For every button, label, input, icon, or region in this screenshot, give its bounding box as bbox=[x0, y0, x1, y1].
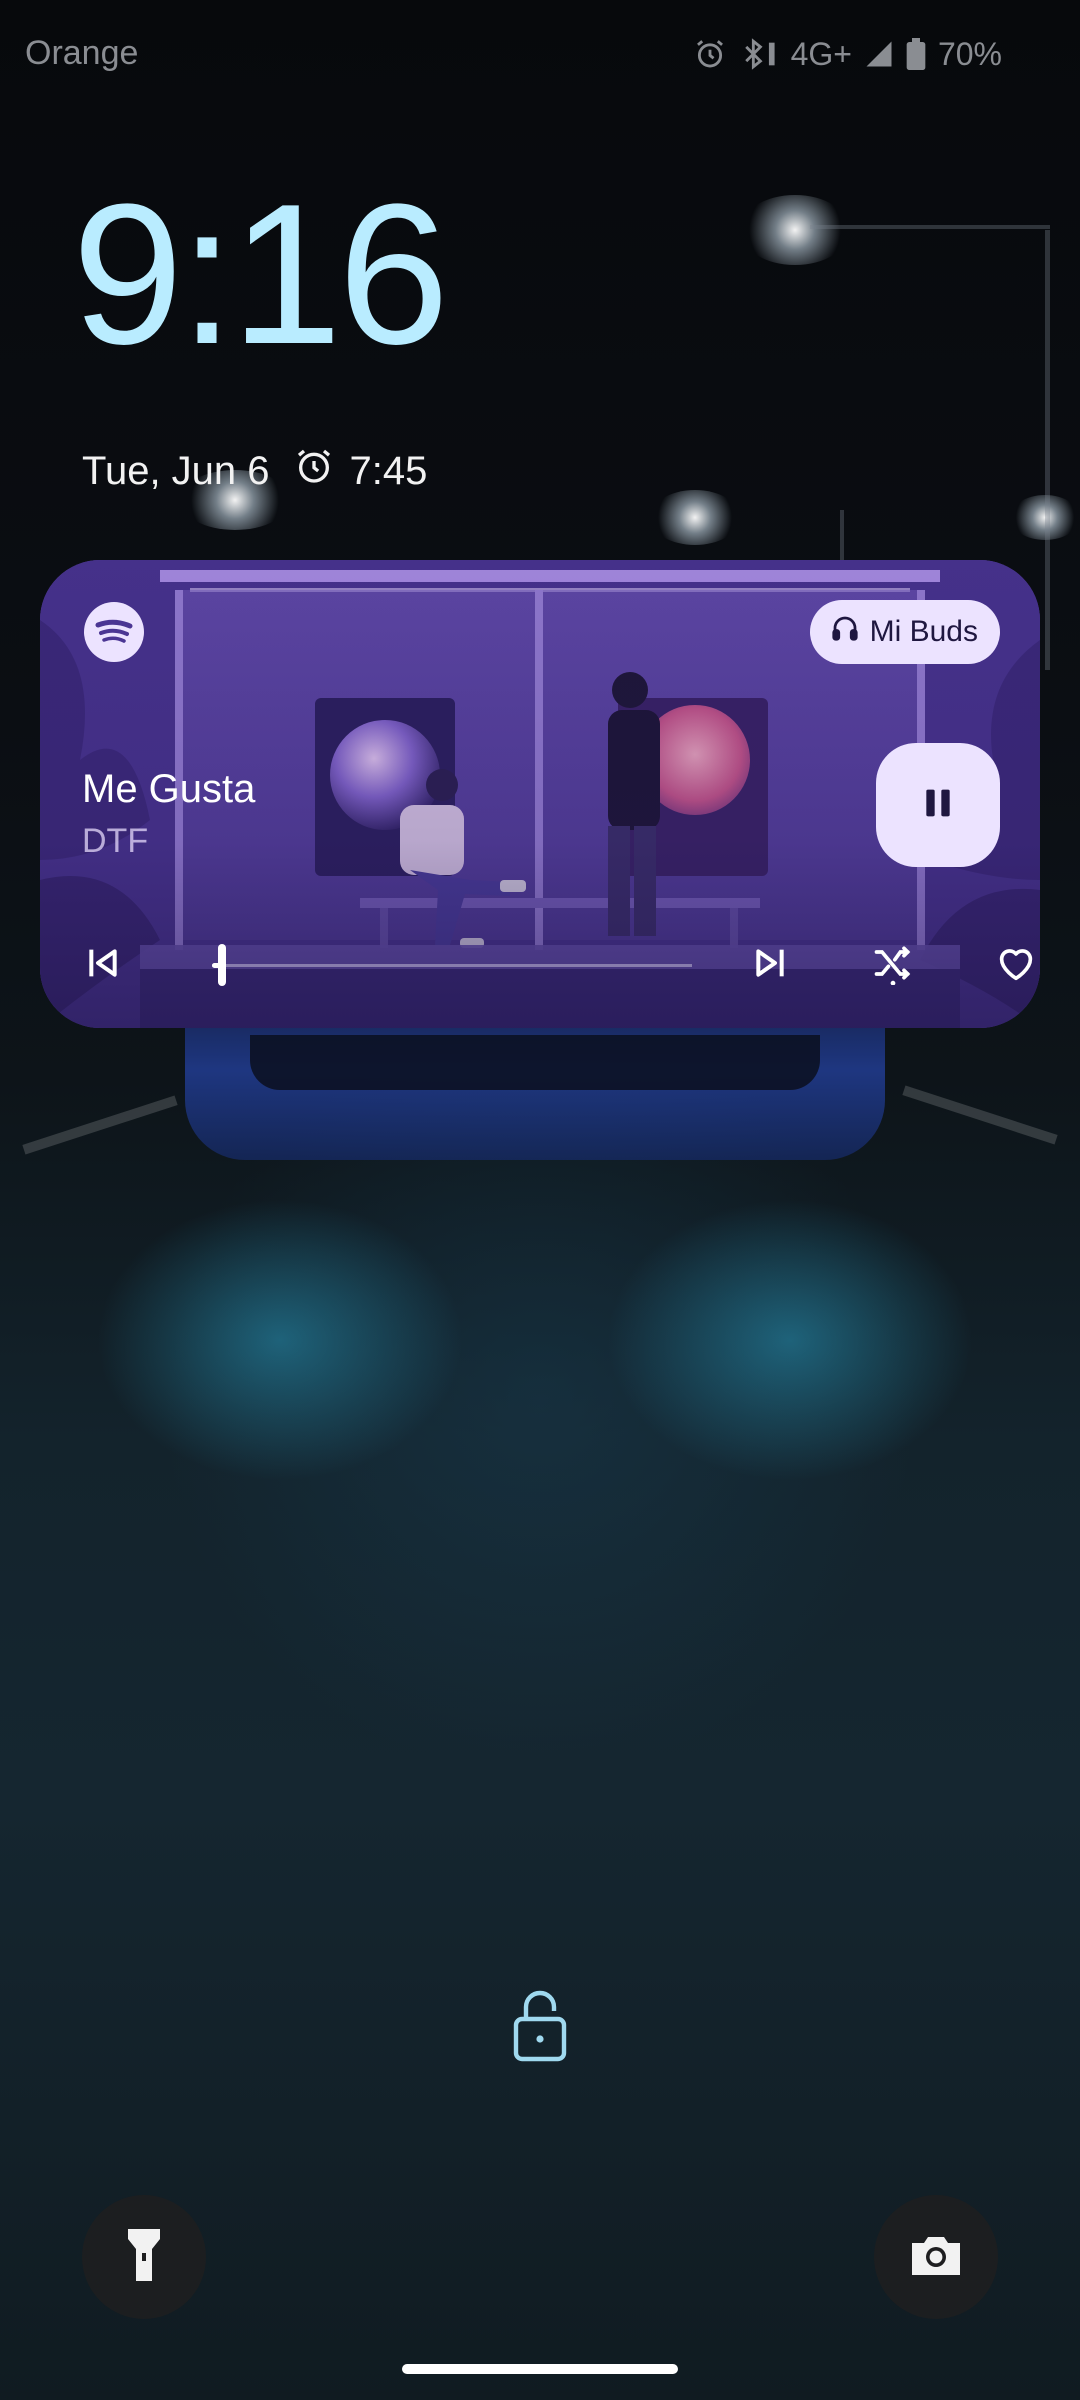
battery-icon bbox=[906, 38, 926, 70]
spotify-icon[interactable] bbox=[84, 602, 144, 662]
next-alarm-time: 7:45 bbox=[349, 448, 428, 493]
battery-percent: 70% bbox=[937, 35, 1002, 72]
carrier-label: Orange bbox=[25, 34, 139, 72]
pause-button[interactable] bbox=[876, 743, 1000, 867]
date-row: Tue, Jun 6 7:45 bbox=[82, 446, 427, 496]
device-label: Mi Buds bbox=[869, 615, 978, 648]
headphones-icon bbox=[830, 613, 860, 651]
signal-icon bbox=[864, 39, 894, 69]
flashlight-button[interactable] bbox=[82, 2195, 206, 2319]
previous-icon bbox=[83, 943, 123, 988]
output-device-chip[interactable]: Mi Buds bbox=[809, 600, 1000, 664]
alarm-icon bbox=[294, 446, 334, 496]
media-player-card[interactable]: Mi Buds Me Gusta DTF bbox=[40, 560, 1040, 1028]
home-indicator[interactable] bbox=[402, 2364, 678, 2374]
network-label: 4G+ bbox=[790, 35, 852, 72]
next-button[interactable] bbox=[735, 930, 805, 1000]
flashlight-icon bbox=[126, 2227, 162, 2288]
status-bar: Orange 4G+ 70% bbox=[0, 0, 1080, 110]
pause-icon bbox=[918, 783, 958, 828]
bluetooth-icon bbox=[739, 37, 779, 71]
progress-track[interactable] bbox=[212, 964, 692, 967]
playback-controls bbox=[40, 930, 1040, 1000]
shuffle-button[interactable] bbox=[858, 930, 928, 1000]
song-artist: DTF bbox=[82, 822, 149, 860]
lock-icon bbox=[510, 1985, 570, 2065]
camera-icon bbox=[908, 2231, 964, 2284]
progress-thumb[interactable] bbox=[218, 944, 226, 986]
lockscreen-clock: 9:16 bbox=[72, 163, 449, 386]
like-button[interactable] bbox=[981, 930, 1040, 1000]
next-icon bbox=[750, 943, 790, 988]
heart-icon bbox=[993, 940, 1039, 991]
status-icons: 4G+ 70% bbox=[693, 32, 1002, 76]
song-title: Me Gusta bbox=[82, 767, 256, 811]
shuffle-icon bbox=[871, 941, 915, 990]
camera-button[interactable] bbox=[874, 2195, 998, 2319]
alarm-icon bbox=[693, 37, 727, 71]
previous-button[interactable] bbox=[68, 930, 138, 1000]
date-label: Tue, Jun 6 bbox=[82, 448, 270, 493]
